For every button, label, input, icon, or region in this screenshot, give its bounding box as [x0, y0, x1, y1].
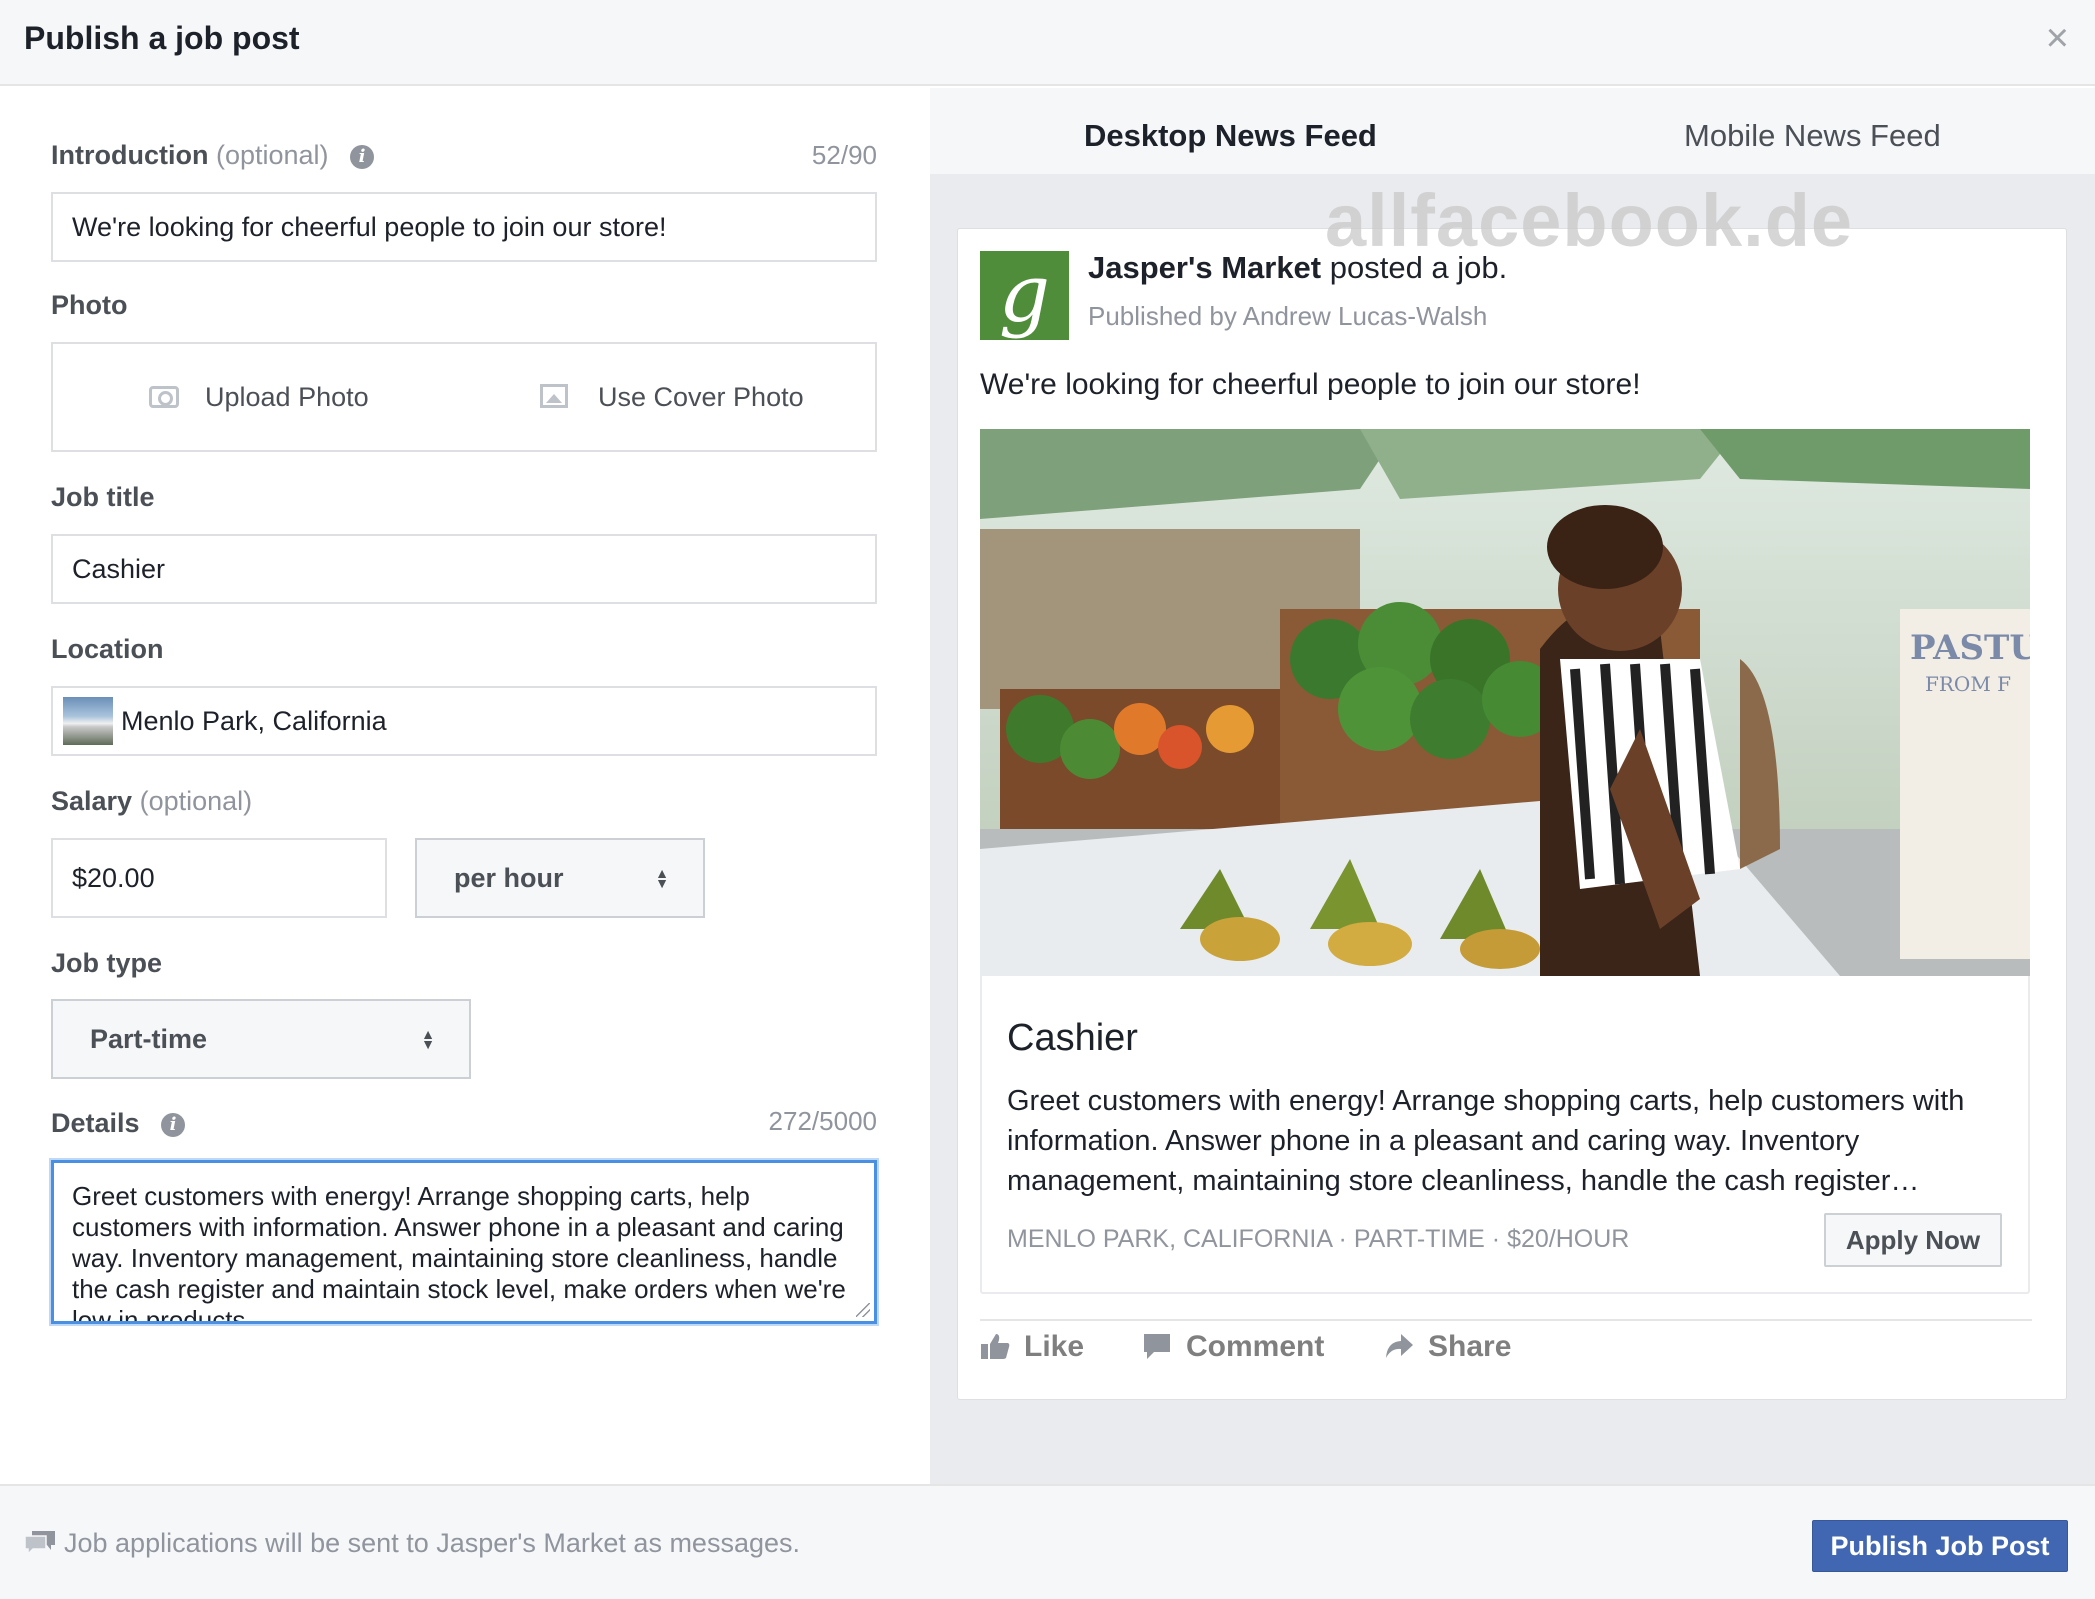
post-text: We're looking for cheerful people to joi…	[980, 368, 1641, 401]
job-title-label: Job title	[51, 482, 155, 512]
salary-label: Salary (optional)	[51, 786, 253, 816]
publish-job-post-button[interactable]: Publish Job Post	[1812, 1520, 2068, 1572]
select-arrows-icon: ▲ ▼	[421, 1026, 435, 1052]
close-icon[interactable]: ×	[2046, 18, 2069, 58]
comment-button[interactable]: Comment	[1142, 1330, 1324, 1364]
job-type-label: Job type	[51, 948, 163, 978]
tab-mobile-news-feed[interactable]: Mobile News Feed	[1684, 118, 1941, 154]
page-avatar[interactable]: g	[980, 251, 1069, 340]
job-meta: MENLO PARK, CALIFORNIA · PART-TIME · $20…	[1007, 1225, 1630, 1253]
job-type-select[interactable]: Part-time ▲ ▼	[51, 999, 471, 1079]
location-input[interactable]: Menlo Park, California	[51, 686, 877, 756]
location-label: Location	[51, 634, 164, 664]
introduction-input[interactable]: We're looking for cheerful people to joi…	[51, 192, 877, 262]
introduction-label: Introduction (optional) i	[51, 140, 375, 171]
select-arrows-icon: ▲ ▼	[655, 865, 669, 891]
dialog-title: Publish a job post	[24, 20, 300, 56]
photo-picker: Upload Photo Use Cover Photo	[51, 342, 877, 452]
salary-period-select[interactable]: per hour ▲ ▼	[415, 838, 705, 918]
messages-icon	[24, 1531, 55, 1556]
market-photo-illustration: PASTU FROM F	[980, 429, 2030, 976]
details-counter: 272/5000	[768, 1106, 877, 1136]
salary-amount-input[interactable]: $20.00	[51, 838, 387, 918]
like-button[interactable]: Like	[980, 1330, 1084, 1364]
location-thumbnail	[63, 697, 113, 745]
job-photo: PASTU FROM F	[980, 429, 2030, 976]
info-icon[interactable]: i	[161, 1113, 186, 1137]
use-cover-photo-button[interactable]: Use Cover Photo	[540, 344, 804, 450]
upload-photo-button[interactable]: Upload Photo	[149, 344, 369, 450]
tab-desktop-news-feed[interactable]: Desktop News Feed	[1084, 118, 1377, 154]
photo-label: Photo	[51, 290, 128, 320]
footer-note: Job applications will be sent to Jasper'…	[24, 1528, 800, 1559]
published-by: Published by Andrew Lucas-Walsh	[1088, 301, 1488, 331]
image-icon	[540, 384, 568, 408]
apply-now-button[interactable]: Apply Now	[1824, 1213, 2002, 1267]
dialog-header: Publish a job post ×	[0, 0, 2095, 86]
post-header: Jasper's Market posted a job.	[1088, 250, 1508, 285]
job-title-input[interactable]: Cashier	[51, 534, 877, 604]
svg-text:FROM F: FROM F	[1925, 672, 2011, 696]
details-textarea[interactable]: Greet customers with energy! Arrange sho…	[51, 1160, 877, 1324]
divider	[980, 1319, 2032, 1321]
introduction-counter: 52/90	[811, 140, 877, 170]
share-icon	[1386, 1334, 1413, 1358]
camera-icon	[149, 386, 179, 408]
thumbs-up-icon	[981, 1334, 1010, 1359]
resize-handle-icon[interactable]	[856, 1303, 870, 1317]
job-title: Cashier	[1007, 1017, 1138, 1059]
svg-text:PASTU: PASTU	[1910, 628, 2030, 668]
page-name-link[interactable]: Jasper's Market	[1088, 250, 1321, 285]
info-icon[interactable]: i	[350, 145, 375, 169]
details-label: Details i	[51, 1108, 186, 1139]
share-button[interactable]: Share	[1384, 1330, 1511, 1364]
comment-icon	[1144, 1334, 1170, 1359]
preview-tabs: Desktop News Feed Mobile News Feed	[930, 88, 2095, 174]
job-description: Greet customers with energy! Arrange sho…	[1007, 1085, 1965, 1197]
